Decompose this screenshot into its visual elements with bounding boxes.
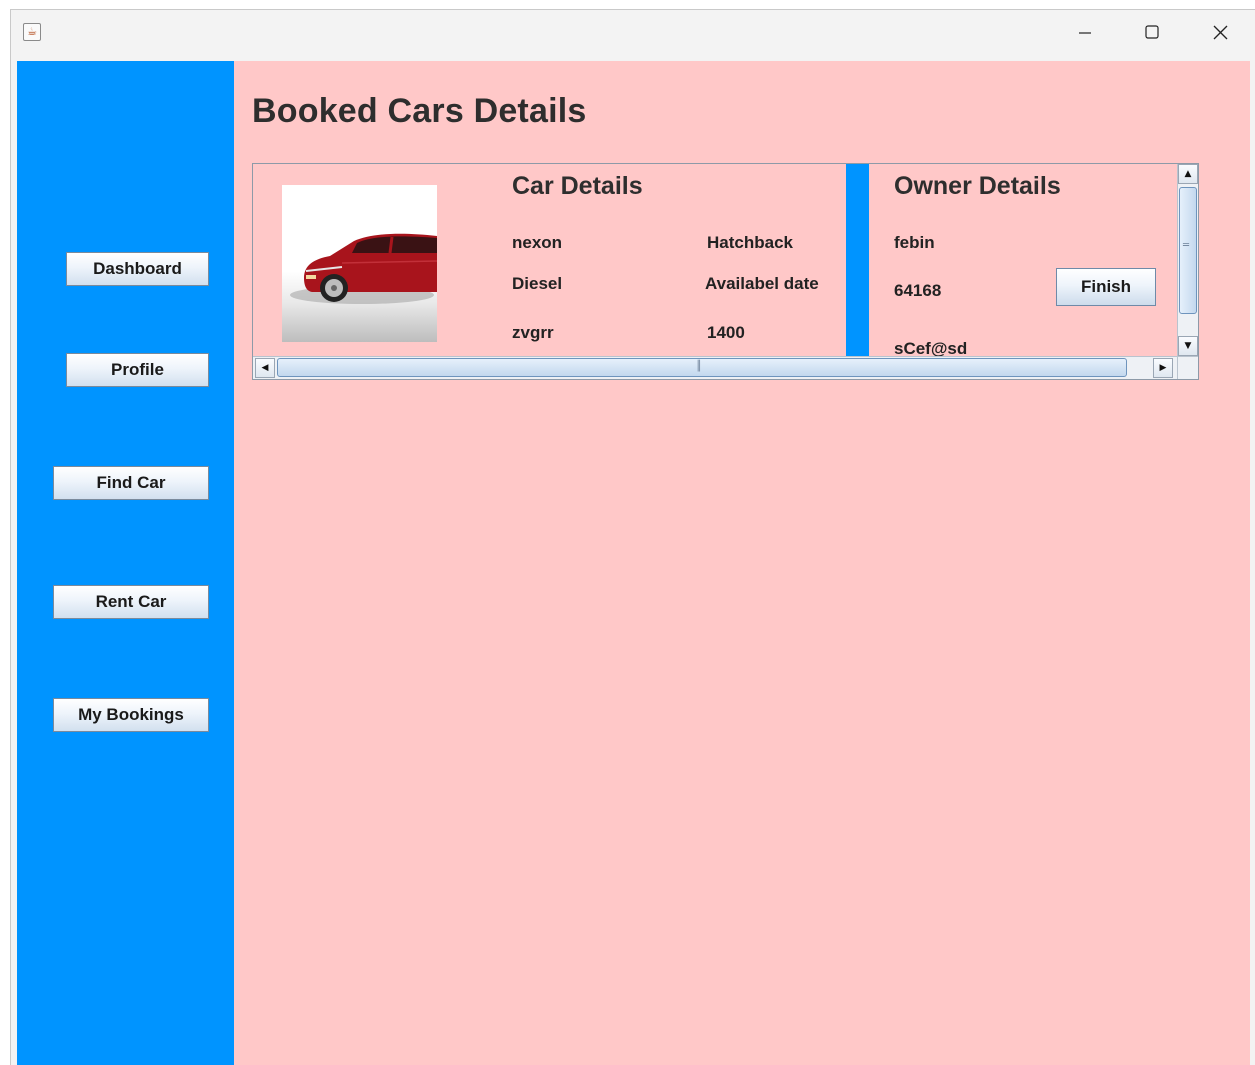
car-extra: zvgrr [512, 323, 554, 342]
owner-name: febin [894, 233, 935, 252]
scrollbar-corner [1177, 356, 1198, 379]
minimize-icon [1079, 32, 1091, 34]
app-window: ☕ Dashboard Profile Find Car Rent Car My… [10, 9, 1255, 1065]
horizontal-scroll-thumb[interactable]: ║ [277, 358, 1127, 377]
page-title: Booked Cars Details [252, 92, 587, 130]
scroll-down-arrow-icon[interactable]: ▼ [1178, 336, 1198, 356]
car-price: 1400 [707, 323, 745, 342]
owner-email: sCef@sd [894, 339, 968, 356]
section-divider [846, 164, 869, 356]
scroll-left-arrow-icon[interactable]: ◀ [255, 358, 275, 378]
bookings-scroll-pane[interactable]: Car Details nexon Hatchback Diesel Avail… [252, 163, 1199, 380]
booking-card: Car Details nexon Hatchback Diesel Avail… [253, 164, 1177, 356]
close-button[interactable] [1200, 18, 1240, 46]
car-type: Hatchback [707, 233, 793, 252]
rent-car-button[interactable]: Rent Car [53, 585, 209, 619]
owner-phone: 64168 [894, 281, 942, 300]
profile-button[interactable]: Profile [66, 353, 209, 387]
title-bar: ☕ [11, 10, 1255, 60]
horizontal-scrollbar[interactable]: ◀ ║ ▶ [253, 356, 1177, 379]
java-app-icon[interactable]: ☕ [23, 23, 41, 41]
find-car-button[interactable]: Find Car [53, 466, 209, 500]
finish-button[interactable]: Finish [1056, 268, 1156, 306]
dashboard-button[interactable]: Dashboard [66, 252, 209, 286]
my-bookings-button[interactable]: My Bookings [53, 698, 209, 732]
car-name: nexon [512, 233, 563, 252]
close-icon [1213, 25, 1228, 40]
owner-details-heading: Owner Details [894, 172, 1061, 200]
vertical-scroll-thumb[interactable]: ═ [1179, 187, 1197, 314]
maximize-button[interactable] [1132, 18, 1172, 46]
available-date-label: Availabel date [705, 274, 819, 293]
maximize-icon [1145, 25, 1159, 39]
grip-icon: ═ [1183, 240, 1190, 251]
car-fuel: Diesel [512, 274, 563, 293]
scroll-right-arrow-icon[interactable]: ▶ [1153, 358, 1173, 378]
minimize-button[interactable] [1065, 18, 1105, 46]
car-details-heading: Car Details [512, 172, 643, 200]
car-image [282, 185, 437, 342]
main-content: Booked Cars Details Car Details nexon Ha… [234, 61, 1250, 1065]
grip-icon: ║ [696, 361, 703, 372]
vertical-scrollbar[interactable]: ▲ ═ ▼ [1177, 164, 1198, 356]
scroll-up-arrow-icon[interactable]: ▲ [1178, 164, 1198, 184]
sidebar: Dashboard Profile Find Car Rent Car My B… [17, 61, 234, 1065]
